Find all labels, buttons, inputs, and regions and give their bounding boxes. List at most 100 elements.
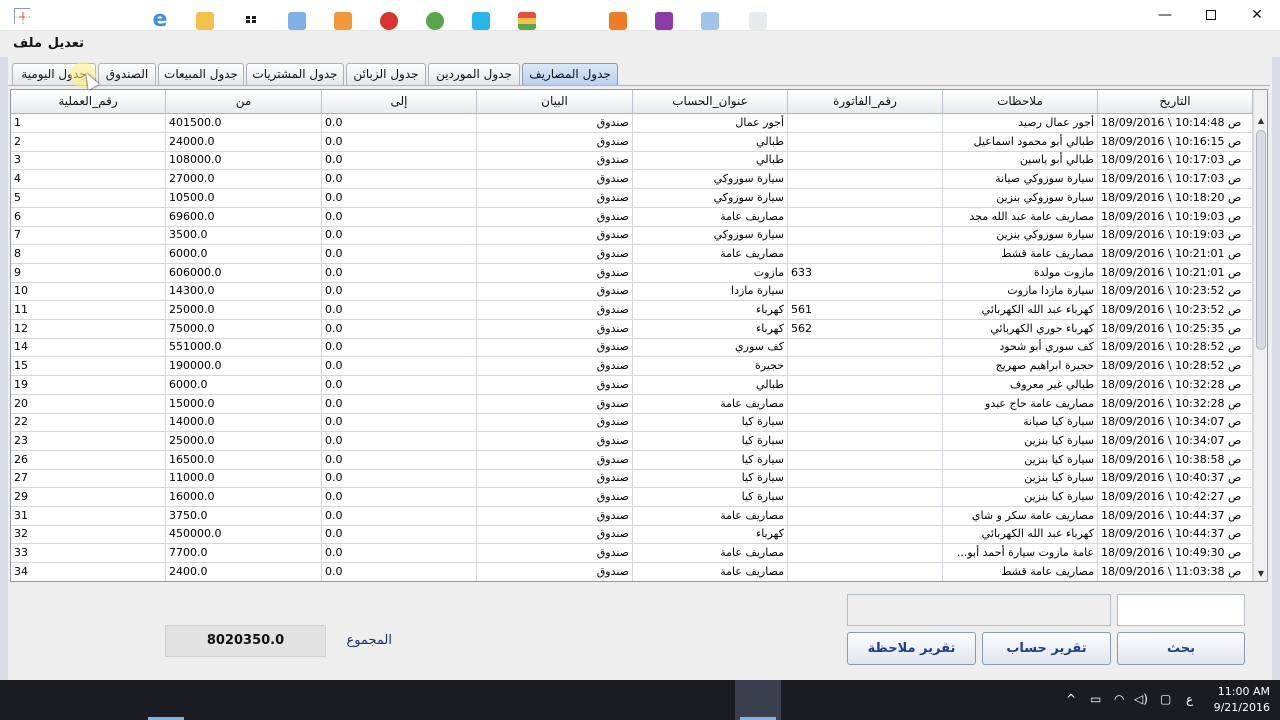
wifi-icon[interactable]: ◠ <box>1114 692 1124 706</box>
cell-to[interactable]: 0.0 <box>322 488 477 507</box>
cell-notes[interactable]: سيارة سوزوكي صيانة <box>943 170 1098 190</box>
table-row[interactable]: 18/09/2016 \ 10:38:58 ص سيارة كيا بنزين سي… <box>11 450 1253 470</box>
cell-statement[interactable]: صندوق <box>477 301 633 320</box>
cell-operation-number[interactable]: 3 <box>11 151 166 171</box>
cell-invoice[interactable] <box>788 544 943 564</box>
cell-notes[interactable]: مصاريف عامة سكر و شاي <box>943 506 1098 526</box>
cell-date[interactable]: 18/09/2016 \ 10:32:28 ص <box>1098 394 1253 414</box>
cell-notes[interactable]: مصاريف عامة قشط <box>943 562 1098 581</box>
cell-invoice[interactable] <box>788 244 943 264</box>
cell-invoice[interactable] <box>788 506 943 526</box>
cell-notes[interactable]: كهرباء جوري الكهربائي <box>943 319 1098 339</box>
cell-date[interactable]: 18/09/2016 \ 10:14:48 ص <box>1098 114 1253 133</box>
cell-date[interactable]: 18/09/2016 \ 10:21:01 ص <box>1098 244 1253 264</box>
cell-notes[interactable]: مصاريف عامة حاج عبدو <box>943 394 1098 414</box>
table-row[interactable]: 18/09/2016 \ 10:19:03 ص سيارة سوزوكي بنزي… <box>11 226 1253 246</box>
edge-browser-icon[interactable]: e <box>147 8 173 32</box>
cell-notes[interactable]: مازوت مولدة <box>943 263 1098 283</box>
cell-notes[interactable]: عامة مازوت سيارة أحمد أبو... <box>943 544 1098 564</box>
cell-statement[interactable]: صندوق <box>477 506 633 526</box>
cell-date[interactable]: 18/09/2016 \ 10:44:37 ص <box>1098 525 1253 545</box>
java-app-taskbar-icon[interactable] <box>745 8 771 32</box>
cell-invoice[interactable]: 561 <box>788 301 943 320</box>
cell-invoice[interactable] <box>788 562 943 581</box>
column-header-from[interactable]: من <box>166 90 322 114</box>
tab-purchases[interactable]: جدول المشتريات <box>246 63 344 85</box>
cell-date[interactable]: 18/09/2016 \ 10:49:30 ص <box>1098 544 1253 564</box>
taskbar-clock[interactable]: 11:00 AM 9/21/2016 <box>1200 684 1270 716</box>
table-row[interactable]: 18/09/2016 \ 10:23:52 ص كهرباء عبد الله ا… <box>11 301 1253 320</box>
cell-operation-number[interactable]: 26 <box>11 450 166 470</box>
cell-from[interactable]: 11000.0 <box>166 469 322 489</box>
cell-operation-number[interactable]: 14 <box>11 338 166 358</box>
app-orange-icon[interactable] <box>330 8 356 32</box>
cell-notes[interactable]: سيارة كيا بنزين <box>943 469 1098 489</box>
cell-account[interactable]: مصاريف عامة <box>633 394 788 414</box>
close-button[interactable]: ✕ <box>1234 0 1280 31</box>
cell-statement[interactable]: صندوق <box>477 375 633 395</box>
cell-notes[interactable]: طبالي أبو ياسين <box>943 151 1098 171</box>
cell-operation-number[interactable]: 2 <box>11 132 166 152</box>
cell-account[interactable]: سيارة سوزوكي <box>633 188 788 208</box>
cell-from[interactable]: 16500.0 <box>166 450 322 470</box>
cell-account[interactable]: كهرباء <box>633 301 788 320</box>
cell-invoice[interactable] <box>788 431 943 451</box>
cell-date[interactable]: 18/09/2016 \ 10:34:07 ص <box>1098 431 1253 451</box>
cell-notes[interactable]: كف سوري أبو شحود <box>943 338 1098 358</box>
cell-to[interactable]: 0.0 <box>322 207 477 227</box>
cell-account[interactable]: سيارة سوزوكي <box>633 226 788 246</box>
cell-statement[interactable]: صندوق <box>477 413 633 433</box>
cell-invoice[interactable] <box>788 226 943 246</box>
cell-to[interactable]: 0.0 <box>322 431 477 451</box>
cell-operation-number[interactable]: 7 <box>11 226 166 246</box>
cell-from[interactable]: 16000.0 <box>166 488 322 507</box>
cell-to[interactable]: 0.0 <box>322 394 477 414</box>
cell-from[interactable]: 75000.0 <box>166 319 322 339</box>
app-red-icon[interactable] <box>376 8 402 32</box>
cell-operation-number[interactable]: 1 <box>11 114 166 133</box>
cell-statement[interactable]: صندوق <box>477 282 633 302</box>
cell-from[interactable]: 2400.0 <box>166 562 322 581</box>
scrollbar-thumb[interactable] <box>1256 130 1266 350</box>
cell-date[interactable]: 18/09/2016 \ 10:17:03 ص <box>1098 151 1253 171</box>
column-header-operation-number[interactable]: رقم_العملية <box>11 90 166 114</box>
cell-notes[interactable]: سيارة مازدا مازوت <box>943 282 1098 302</box>
cell-invoice[interactable] <box>788 413 943 433</box>
cell-operation-number[interactable]: 6 <box>11 207 166 227</box>
cell-to[interactable]: 0.0 <box>322 562 477 581</box>
cell-to[interactable]: 0.0 <box>322 114 477 133</box>
menu-file[interactable]: ملف <box>13 36 42 51</box>
cell-to[interactable]: 0.0 <box>322 338 477 358</box>
table-row[interactable]: 18/09/2016 \ 10:44:37 ص كهرباء عبد الله ا… <box>11 525 1253 545</box>
vertical-scrollbar[interactable]: ▲ ▼ <box>1253 90 1267 581</box>
cell-from[interactable]: 25000.0 <box>166 301 322 320</box>
cell-to[interactable]: 0.0 <box>322 319 477 339</box>
table-row[interactable]: 18/09/2016 \ 10:44:37 ص مصاريف عامة سكر و… <box>11 506 1253 526</box>
task-view-icon[interactable] <box>101 8 127 32</box>
table-row[interactable]: 18/09/2016 \ 10:14:48 ص أجور عمال رصيد أجو… <box>11 114 1253 133</box>
cell-statement[interactable]: صندوق <box>477 450 633 470</box>
scroll-down-icon[interactable]: ▼ <box>1254 566 1267 581</box>
column-header-date[interactable]: التاريخ <box>1098 90 1253 114</box>
cell-notes[interactable]: سيارة سوزوكي بنزين <box>943 188 1098 208</box>
cell-statement[interactable]: صندوق <box>477 263 633 283</box>
app-orange-square-icon[interactable] <box>605 8 631 32</box>
cell-statement[interactable]: صندوق <box>477 170 633 190</box>
app-monitor-icon[interactable] <box>697 8 723 32</box>
tab-suppliers[interactable]: جدول الموردين <box>428 63 520 85</box>
cell-invoice[interactable] <box>788 525 943 545</box>
cell-statement[interactable]: صندوق <box>477 562 633 581</box>
cell-notes[interactable]: كهرباء عبد الله الكهربائي <box>943 525 1098 545</box>
table-row[interactable]: 18/09/2016 \ 10:17:03 ص سيارة سوزوكي صيان… <box>11 170 1253 190</box>
cell-from[interactable]: 551000.0 <box>166 338 322 358</box>
tray-chevron-icon[interactable]: ^ <box>1066 692 1076 706</box>
cell-invoice[interactable] <box>788 469 943 489</box>
cell-invoice[interactable] <box>788 282 943 302</box>
cell-operation-number[interactable]: 4 <box>11 170 166 190</box>
table-row[interactable]: 18/09/2016 \ 11:03:38 ص مصاريف عامة قشط مص… <box>11 562 1253 581</box>
table-row[interactable]: 18/09/2016 \ 10:25:35 ص كهرباء جوري الكهر… <box>11 319 1253 339</box>
cell-invoice[interactable] <box>788 450 943 470</box>
cell-to[interactable]: 0.0 <box>322 170 477 190</box>
table-row[interactable]: 18/09/2016 \ 10:32:28 ص طبالي غير معروف طب… <box>11 375 1253 395</box>
cell-date[interactable]: 18/09/2016 \ 10:16:15 ص <box>1098 132 1253 152</box>
